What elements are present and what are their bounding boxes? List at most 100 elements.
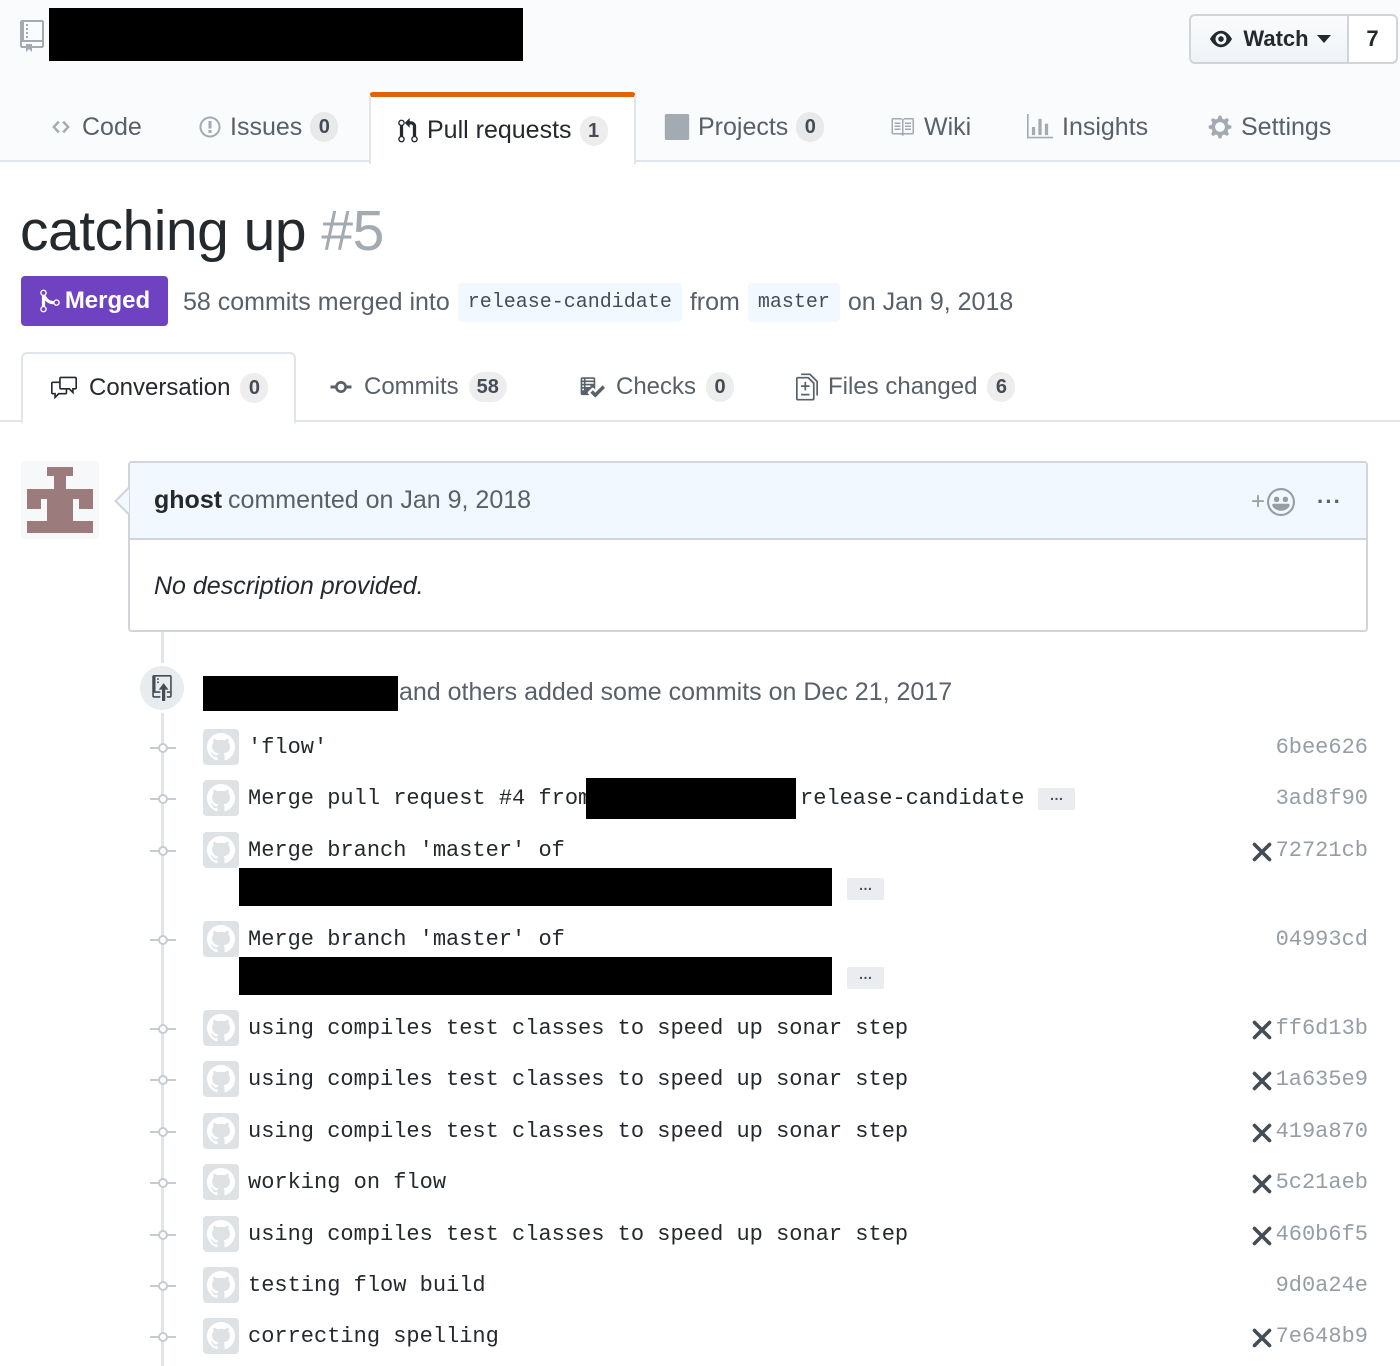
more-options-icon[interactable]: ··· bbox=[1317, 489, 1342, 515]
redacted-repo bbox=[239, 957, 832, 995]
commit-author-avatar[interactable] bbox=[203, 729, 239, 765]
commit-message[interactable]: using compiles test classes to speed up … bbox=[248, 1014, 908, 1044]
gear-icon bbox=[1207, 114, 1233, 140]
git-commit-icon bbox=[150, 846, 176, 856]
tab-files-changed-label: Files changed bbox=[828, 373, 978, 400]
base-branch[interactable]: release-candidate bbox=[457, 282, 682, 322]
commit-row: using compiles test classes to speed up … bbox=[0, 1061, 1400, 1105]
x-icon[interactable] bbox=[1252, 842, 1272, 862]
commit-row: correcting spelling 7e648b9 bbox=[0, 1318, 1400, 1362]
pulls-counter: 1 bbox=[579, 115, 608, 146]
commit-message-tail[interactable]: release-candidate bbox=[800, 784, 1024, 814]
watch-group: Watch 7 bbox=[1189, 14, 1398, 64]
commit-author-avatar[interactable] bbox=[203, 780, 239, 816]
nav-projects[interactable]: Projects 0 bbox=[664, 92, 825, 162]
commit-author-avatar[interactable] bbox=[203, 921, 239, 957]
commit-row: using compiles test classes to speed up … bbox=[0, 1010, 1400, 1054]
projects-counter: 0 bbox=[796, 112, 825, 142]
comment-discussion-icon bbox=[49, 375, 79, 401]
commit-author-avatar[interactable] bbox=[203, 832, 239, 868]
watch-button[interactable]: Watch bbox=[1191, 16, 1349, 62]
commit-sha[interactable]: 1a635e9 bbox=[1276, 1065, 1368, 1095]
git-commit-icon bbox=[150, 1332, 176, 1342]
octocat-icon bbox=[207, 784, 235, 812]
commit-row: using compiles test classes to speed up … bbox=[0, 1113, 1400, 1157]
x-icon[interactable] bbox=[1252, 1226, 1272, 1246]
issue-opened-icon bbox=[198, 115, 222, 139]
x-icon[interactable] bbox=[1252, 1123, 1272, 1143]
commit-message[interactable]: Merge pull request #4 from bbox=[248, 784, 591, 814]
comment-action: commented on Jan 9, 2018 bbox=[228, 486, 532, 514]
head-branch[interactable]: master bbox=[747, 282, 840, 322]
tab-conversation-label: Conversation bbox=[89, 374, 231, 401]
merge-meta: 58 commits merged into release-candidate… bbox=[183, 280, 1013, 324]
commit-author-avatar[interactable] bbox=[203, 1164, 239, 1200]
commit-sha[interactable]: 419a870 bbox=[1276, 1117, 1368, 1147]
pr-description-comment: ghost commented on Jan 9, 2018 + ··· No … bbox=[114, 461, 1368, 632]
commit-sha[interactable]: ff6d13b bbox=[1276, 1014, 1368, 1044]
octocat-icon bbox=[207, 836, 235, 864]
merge-meta-date: on Jan 9, 2018 bbox=[847, 287, 1014, 316]
commit-sha[interactable]: 7e648b9 bbox=[1276, 1322, 1368, 1352]
octocat-icon bbox=[207, 1117, 235, 1145]
commit-row: using compiles test classes to speed up … bbox=[0, 1216, 1400, 1260]
commit-message[interactable]: 'flow' bbox=[248, 733, 327, 763]
octocat-icon bbox=[207, 1168, 235, 1196]
nav-settings[interactable]: Settings bbox=[1207, 92, 1331, 162]
x-icon[interactable] bbox=[1252, 1174, 1272, 1194]
nav-issues[interactable]: Issues 0 bbox=[198, 92, 339, 162]
commit-author-avatar[interactable] bbox=[203, 1061, 239, 1097]
commit-author-avatar[interactable] bbox=[203, 1318, 239, 1354]
tab-commits[interactable]: Commits 58 bbox=[328, 352, 507, 422]
commit-message[interactable]: testing flow build bbox=[248, 1271, 486, 1301]
tab-checks[interactable]: Checks 0 bbox=[578, 352, 735, 422]
status-badge-label: Merged bbox=[64, 287, 151, 314]
commit-message[interactable]: Merge branch 'master' of bbox=[248, 836, 565, 866]
commit-sha[interactable]: 72721cb bbox=[1276, 836, 1368, 866]
checks-counter: 0 bbox=[706, 372, 735, 402]
commit-author-avatar[interactable] bbox=[203, 1113, 239, 1149]
expand-commit-button[interactable]: … bbox=[1038, 788, 1075, 810]
add-reaction-button[interactable]: + bbox=[1251, 487, 1296, 516]
git-commit-icon bbox=[150, 743, 176, 753]
commit-message[interactable]: using compiles test classes to speed up … bbox=[248, 1065, 908, 1095]
commit-sha[interactable]: 9d0a24e bbox=[1276, 1271, 1368, 1301]
tab-conversation[interactable]: Conversation 0 bbox=[21, 352, 297, 424]
x-icon[interactable] bbox=[1252, 1328, 1272, 1348]
commit-sha[interactable]: 6bee626 bbox=[1276, 733, 1368, 763]
comment-author[interactable]: ghost bbox=[154, 486, 222, 515]
project-icon bbox=[664, 114, 690, 140]
git-pull-request-icon bbox=[397, 117, 419, 144]
nav-projects-label: Projects bbox=[698, 112, 789, 141]
tab-checks-label: Checks bbox=[616, 373, 697, 400]
plus-icon: + bbox=[1251, 487, 1266, 515]
commit-sha[interactable]: 5c21aeb bbox=[1276, 1168, 1368, 1198]
x-icon[interactable] bbox=[1252, 1071, 1272, 1091]
tab-files-changed[interactable]: Files changed 6 bbox=[796, 352, 1016, 422]
commit-sha[interactable]: 04993cd bbox=[1276, 925, 1368, 955]
commit-author-avatar[interactable] bbox=[203, 1267, 239, 1303]
octocat-icon bbox=[207, 1271, 235, 1299]
commit-author-avatar[interactable] bbox=[203, 1010, 239, 1046]
nav-insights[interactable]: Insights bbox=[1026, 92, 1148, 162]
nav-pull-requests[interactable]: Pull requests 1 bbox=[369, 92, 636, 164]
commit-message[interactable]: correcting spelling bbox=[248, 1322, 499, 1352]
commit-sha[interactable]: 3ad8f90 bbox=[1276, 784, 1368, 814]
commit-message[interactable]: using compiles test classes to speed up … bbox=[248, 1220, 908, 1250]
commit-message[interactable]: using compiles test classes to speed up … bbox=[248, 1117, 908, 1147]
avatar[interactable] bbox=[21, 461, 99, 539]
commit-message[interactable]: working on flow bbox=[248, 1168, 446, 1198]
commit-sha[interactable]: 460b6f5 bbox=[1276, 1220, 1368, 1250]
x-icon[interactable] bbox=[1252, 1020, 1272, 1040]
git-commit-icon bbox=[150, 1075, 176, 1085]
commit-author-avatar[interactable] bbox=[203, 1216, 239, 1252]
git-commit-icon bbox=[328, 375, 354, 399]
watchers-count[interactable]: 7 bbox=[1349, 16, 1396, 62]
comment-header: ghost commented on Jan 9, 2018 + ··· bbox=[130, 463, 1366, 540]
expand-commit-button[interactable]: … bbox=[847, 967, 884, 989]
expand-commit-button[interactable]: … bbox=[847, 878, 884, 900]
commit-message[interactable]: Merge branch 'master' of bbox=[248, 925, 565, 955]
nav-code[interactable]: Code bbox=[48, 92, 142, 162]
chevron-down-icon bbox=[1316, 35, 1331, 43]
nav-wiki[interactable]: Wiki bbox=[888, 92, 971, 162]
